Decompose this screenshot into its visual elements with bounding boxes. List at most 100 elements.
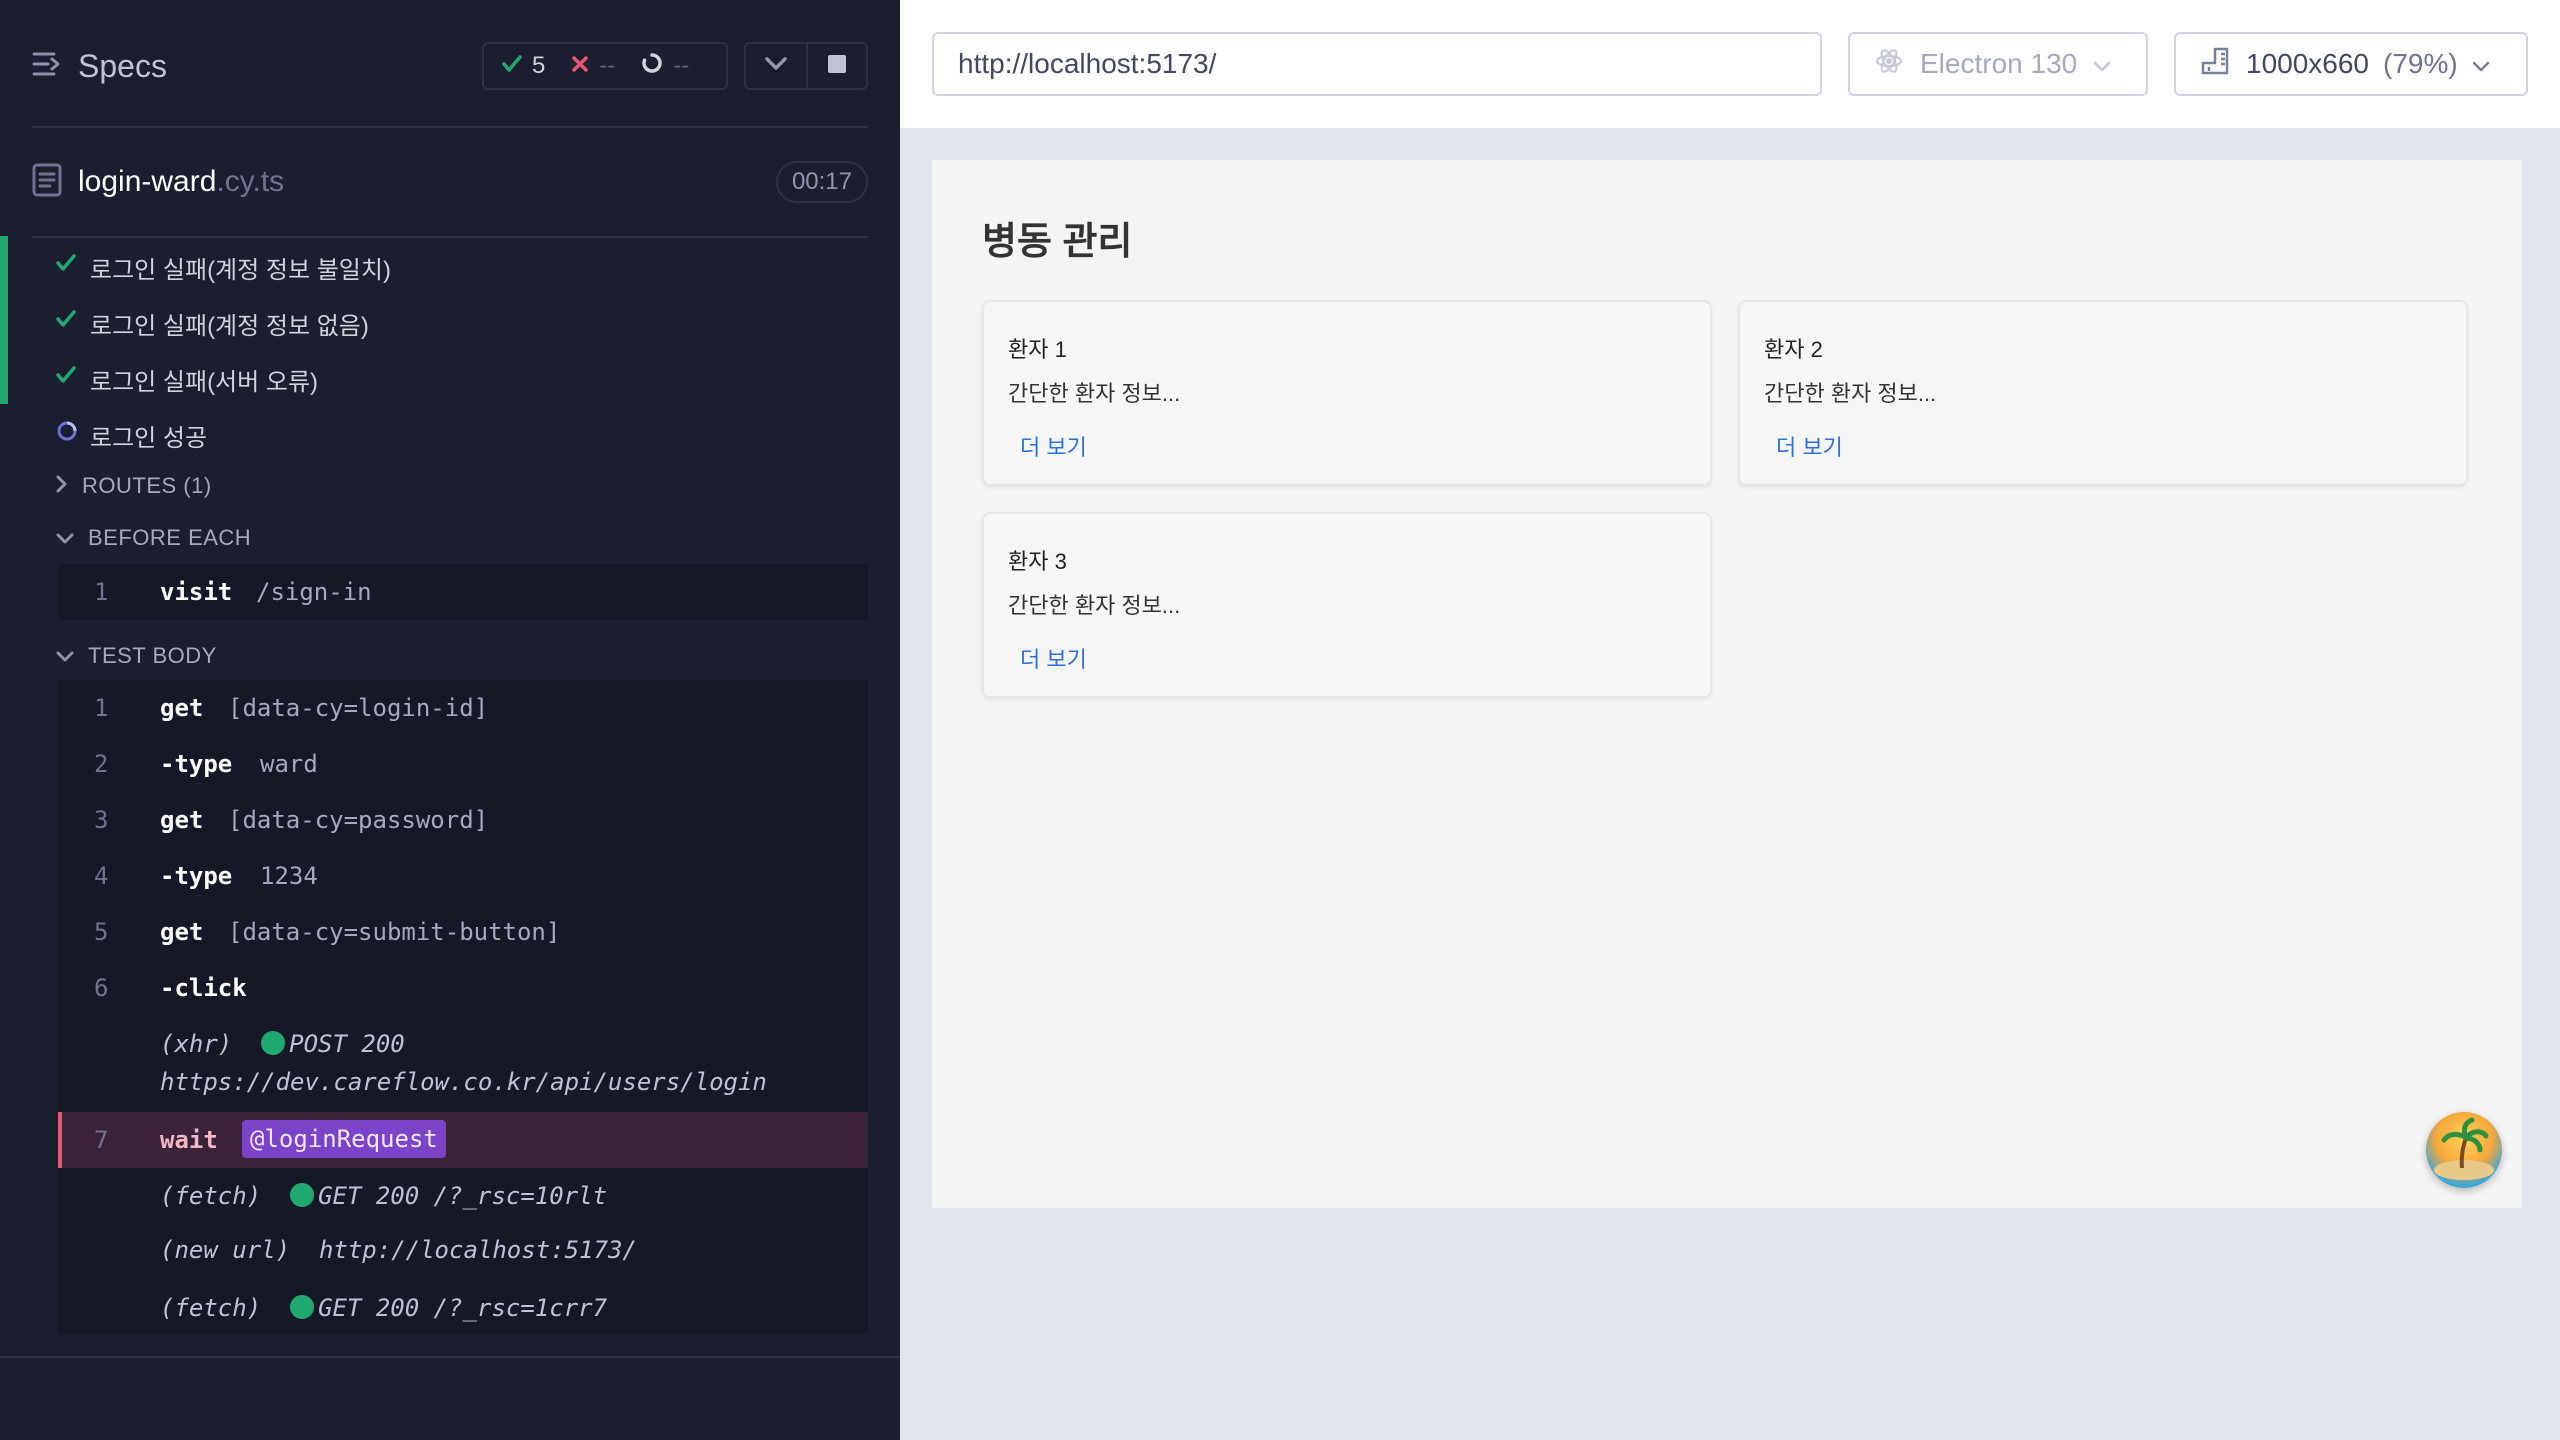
patient-name: 환자 3 xyxy=(1008,549,1067,574)
page-title: 병동 관리 xyxy=(982,221,1133,263)
command-name: -type xyxy=(160,750,233,778)
xhr-log[interactable]: (xhr) POST 200 xyxy=(160,1030,405,1058)
command-row[interactable]: 1 visit /sign-in xyxy=(58,564,868,620)
fetch-log[interactable]: (fetch) GET 200 /?_rsc=1crr7 xyxy=(160,1294,607,1322)
routes-toggle[interactable]: ROUTES (1) xyxy=(56,466,212,506)
test-stats: 5 -- -- xyxy=(482,42,728,90)
viewport-size: 1000x660 xyxy=(2246,48,2370,79)
command-number: 3 xyxy=(94,806,109,834)
chevron-down-icon xyxy=(56,525,74,551)
new-url-value: http://localhost:5173/ xyxy=(318,1236,637,1264)
command-name: visit xyxy=(160,578,233,606)
command-name: wait xyxy=(160,1126,218,1154)
failed-stat: -- xyxy=(571,52,615,80)
specs-toggle-button[interactable]: Specs xyxy=(32,48,167,85)
new-url-prefix: (new url) xyxy=(160,1236,291,1264)
passed-indicator xyxy=(0,348,8,404)
more-link[interactable]: 더 보기 xyxy=(1020,430,1087,462)
command-row-active[interactable]: 7 wait @loginRequest xyxy=(58,1112,868,1168)
check-icon xyxy=(56,252,76,280)
command-row[interactable]: 5 get [data-cy=submit-button] xyxy=(58,904,868,960)
command-number: 1 xyxy=(94,694,109,722)
fetch-status: GET 200 /?_rsc=10rlt xyxy=(318,1182,608,1210)
running-spinner-icon xyxy=(56,420,78,449)
command-number: 4 xyxy=(94,862,109,890)
electron-icon xyxy=(1874,46,1904,83)
check-icon xyxy=(56,364,76,392)
passed-indicator xyxy=(0,292,8,348)
patient-card: 환자 3 간단한 환자 정보... 더 보기 xyxy=(982,512,1712,698)
test-item[interactable]: 로그인 실패(계정 정보 불일치) xyxy=(0,236,880,292)
runner-header: Specs 5 -- -- xyxy=(32,32,868,100)
test-body-commands: 1 get [data-cy=login-id] 2 -type ward 3 … xyxy=(58,680,868,1334)
url-bar[interactable]: http://localhost:5173/ xyxy=(932,32,1822,96)
command-message: 1234 xyxy=(260,862,318,890)
command-message: /sign-in xyxy=(256,578,372,606)
xhr-prefix: (xhr) xyxy=(160,1030,233,1058)
xhr-url: https://dev.careflow.co.kr/api/users/log… xyxy=(160,1068,767,1096)
command-number: 6 xyxy=(94,974,109,1002)
status-dot-icon xyxy=(261,1031,286,1055)
xhr-status: POST 200 xyxy=(289,1030,405,1058)
browser-name: Electron 130 xyxy=(1920,48,2078,79)
command-row[interactable]: 3 get [data-cy=password] xyxy=(58,792,868,848)
command-name: get xyxy=(160,694,204,722)
command-number: 5 xyxy=(94,918,109,946)
chevron-down-icon xyxy=(2472,48,2490,80)
test-item[interactable]: 로그인 실패(서버 오류) xyxy=(0,348,880,404)
specs-list-icon xyxy=(32,48,62,85)
command-row[interactable]: 6 -click xyxy=(58,960,868,1016)
pending-stat: -- xyxy=(641,52,689,81)
test-title: 로그인 실패(계정 정보 불일치) xyxy=(90,257,391,284)
browser-selector[interactable]: Electron 130 xyxy=(1848,32,2148,96)
fetch-log[interactable]: (fetch) GET 200 /?_rsc=10rlt xyxy=(160,1182,607,1210)
before-each-label: BEFORE EACH xyxy=(88,525,252,550)
test-body-label: TEST BODY xyxy=(88,643,217,668)
active-indicator xyxy=(58,1112,62,1168)
more-link[interactable]: 더 보기 xyxy=(1020,642,1087,674)
spec-file-name[interactable]: login-ward xyxy=(78,165,216,199)
command-name: -click xyxy=(160,974,247,1002)
more-link[interactable]: 더 보기 xyxy=(1776,430,1843,462)
zoom-level: (79%) xyxy=(2383,48,2458,79)
stop-button[interactable] xyxy=(806,44,866,88)
command-row[interactable]: 1 get [data-cy=login-id] xyxy=(58,680,868,736)
ruler-icon xyxy=(2200,46,2232,83)
fetch-prefix: (fetch) xyxy=(160,1182,262,1210)
pending-spinner-icon xyxy=(641,52,663,81)
chevron-right-icon xyxy=(56,473,68,499)
specs-label: Specs xyxy=(78,47,167,84)
chevron-down-icon xyxy=(2093,48,2111,80)
patient-card: 환자 2 간단한 환자 정보... 더 보기 xyxy=(1738,300,2468,486)
test-title: 로그인 성공 xyxy=(90,425,208,452)
viewport-selector[interactable]: 1000x660 (79%) xyxy=(2174,32,2528,96)
command-number: 1 xyxy=(94,578,109,606)
run-duration: 00:17 xyxy=(775,161,868,203)
check-icon xyxy=(56,308,76,336)
footer-divider xyxy=(0,1356,900,1358)
patient-summary: 간단한 환자 정보... xyxy=(1008,593,1181,618)
collapse-all-button[interactable] xyxy=(746,44,806,88)
test-item-running[interactable]: 로그인 성공 xyxy=(0,404,880,460)
test-item[interactable]: 로그인 실패(계정 정보 없음) xyxy=(0,292,880,348)
new-url-log[interactable]: (new url) http://localhost:5173/ xyxy=(160,1236,637,1264)
command-row[interactable]: 2 -type ward xyxy=(58,736,868,792)
command-row[interactable]: 4 -type 1234 xyxy=(58,848,868,904)
command-message: [data-cy=login-id] xyxy=(228,694,489,722)
fetch-prefix: (fetch) xyxy=(160,1294,262,1322)
pending-count: -- xyxy=(673,52,690,79)
command-message: ward xyxy=(260,750,318,778)
runner-controls xyxy=(744,42,868,90)
routes-label: ROUTES (1) xyxy=(82,473,212,498)
alias-badge[interactable]: @loginRequest xyxy=(242,1120,446,1158)
app-preview-panel: http://localhost:5173/ Electron 130 1000… xyxy=(900,0,2560,1440)
command-message: [data-cy=submit-button] xyxy=(228,918,561,946)
devtools-island-icon[interactable] xyxy=(2426,1112,2502,1188)
test-body-toggle[interactable]: TEST BODY xyxy=(56,636,217,676)
command-name: get xyxy=(160,806,204,834)
chevron-down-icon xyxy=(765,56,787,76)
passed-count: 5 xyxy=(532,52,546,79)
before-each-toggle[interactable]: BEFORE EACH xyxy=(56,518,251,558)
passed-indicator xyxy=(0,236,8,292)
test-title: 로그인 실패(서버 오류) xyxy=(90,369,319,396)
